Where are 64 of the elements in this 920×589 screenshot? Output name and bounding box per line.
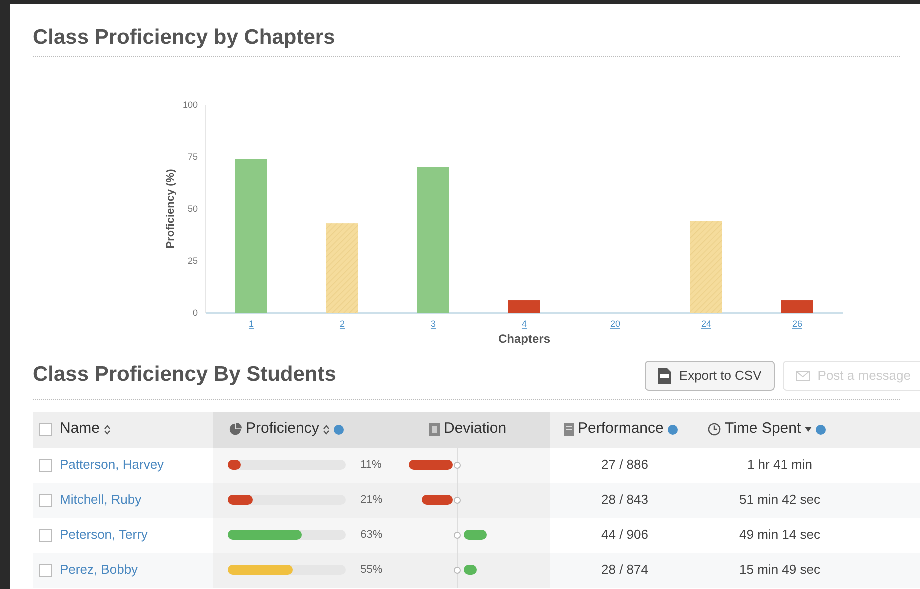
- category-link[interactable]: 24: [702, 319, 712, 329]
- y-tick-label: 75: [188, 152, 198, 162]
- proficiency-percent: 55%: [360, 562, 384, 578]
- bar: [782, 300, 814, 313]
- time-spent-cell-text: 49 min 14 sec: [738, 526, 822, 544]
- performance-cell-text: 44 / 906: [600, 526, 650, 544]
- performance-cell-text: 28 / 843: [600, 491, 650, 510]
- deviation-marker-icon: [454, 532, 461, 538]
- info-icon[interactable]: [816, 424, 826, 434]
- category-link[interactable]: 26: [792, 319, 802, 329]
- column-header[interactable]: Proficiency: [246, 418, 320, 441]
- section-title: Class Proficiency By Students: [33, 362, 336, 388]
- checkbox[interactable]: [39, 564, 52, 576]
- section-title: Class Proficiency by Chapters: [33, 25, 336, 48]
- y-tick-label: 100: [182, 100, 198, 110]
- caret-icon[interactable]: [805, 427, 812, 432]
- category-link[interactable]: 2: [340, 319, 345, 329]
- sort-icon[interactable]: [323, 424, 330, 434]
- student-name-link[interactable]: Perez, Bobby: [60, 560, 138, 580]
- time-spent-cell-text: 1 hr 41 min: [746, 456, 814, 474]
- checkbox[interactable]: [39, 423, 52, 436]
- column-header: Time Spent: [725, 419, 802, 440]
- document-icon: [429, 423, 440, 436]
- deviation-bar: [464, 530, 487, 540]
- y-tick-label: 25: [188, 256, 198, 266]
- student-name-link[interactable]: Peterson, Terry: [60, 525, 148, 545]
- bar: [508, 300, 540, 313]
- clock-icon: [708, 423, 721, 436]
- checkbox[interactable]: [39, 494, 52, 506]
- y-tick-label: 50: [188, 204, 198, 214]
- envelope-icon: [796, 370, 810, 380]
- sort-icon[interactable]: [104, 424, 112, 434]
- column-header: Performance: [578, 419, 664, 440]
- checkbox[interactable]: [39, 528, 52, 542]
- column-header[interactable]: Name: [60, 418, 100, 441]
- student-name-link[interactable]: Patterson, Harvey: [60, 455, 164, 475]
- deviation-bar: [408, 460, 454, 470]
- info-icon[interactable]: [668, 424, 678, 434]
- proficiency-percent: 11%: [360, 458, 383, 473]
- deviation-marker-icon: [454, 462, 461, 468]
- info-icon[interactable]: [334, 424, 344, 434]
- document-icon: [564, 423, 574, 436]
- y-tick-label: 0: [192, 308, 198, 318]
- pie-chart-icon: [229, 423, 242, 436]
- deviation-bar: [464, 564, 477, 574]
- time-spent-cell-text: 51 min 42 sec: [738, 491, 822, 510]
- category-link[interactable]: 20: [610, 319, 620, 329]
- performance-cell-text: 27 / 886: [600, 456, 650, 474]
- proficiency-percent: 21%: [360, 492, 384, 508]
- column-header: Deviation: [444, 419, 507, 440]
- checkbox[interactable]: [39, 458, 52, 472]
- deviation-bar: [422, 494, 454, 504]
- deviation-marker-icon: [454, 566, 461, 574]
- proficiency-percent: 63%: [360, 528, 384, 543]
- deviation-marker-icon: [454, 496, 461, 504]
- y-axis-title: Proficiency (%): [165, 169, 177, 249]
- time-spent-cell-text: 15 min 49 sec: [738, 561, 822, 580]
- performance-cell-text: 28 / 874: [600, 561, 650, 580]
- category-link[interactable]: 1: [249, 319, 254, 329]
- csv-file-icon: [658, 368, 672, 384]
- student-name-link[interactable]: Mitchell, Ruby: [60, 490, 142, 510]
- category-link[interactable]: 3: [431, 319, 436, 329]
- export-button[interactable]: Export to CSV: [645, 360, 775, 390]
- category-link[interactable]: 4: [522, 319, 527, 329]
